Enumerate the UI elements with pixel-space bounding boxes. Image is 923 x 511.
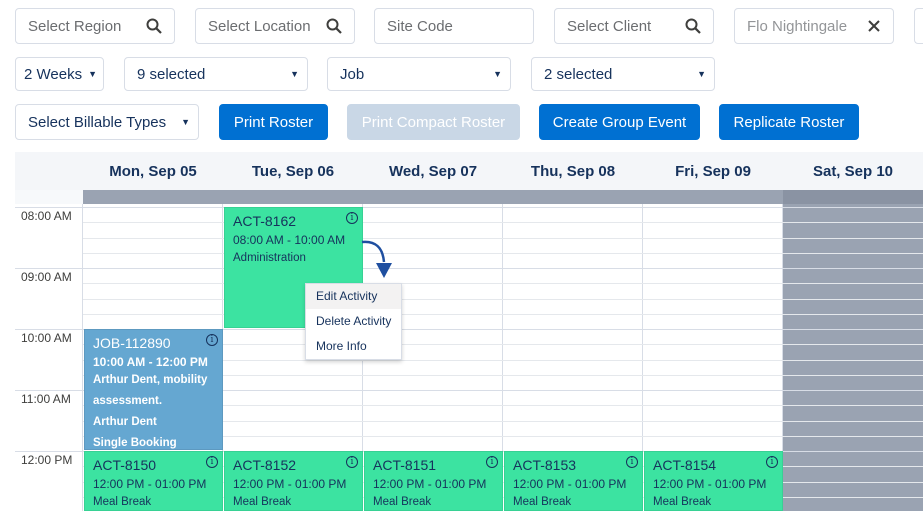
info-icon[interactable]: i [486,456,498,468]
client-input[interactable]: Select Client [554,8,714,44]
hour-gridline [83,207,923,208]
event-client: Arthur Dent [93,416,157,428]
day-header-thu: Thu, Sep 08 [530,162,616,180]
print-roster-button[interactable]: Print Roster [219,104,328,140]
event-title: ACT-8150 [93,457,157,473]
search-icon[interactable] [146,18,162,34]
replicate-roster-button[interactable]: Replicate Roster [719,104,859,140]
menu-item-edit-activity[interactable]: Edit Activity [306,284,401,309]
event-description: assessment. [93,395,163,407]
all-day-strip [83,190,783,204]
search-icon[interactable] [326,18,342,34]
event-act-8151[interactable]: ACT-8151 12:00 PM - 01:00 PM Meal Break … [364,451,503,511]
info-icon[interactable]: i [766,456,778,468]
event-act-8153[interactable]: ACT-8153 12:00 PM - 01:00 PM Meal Break … [504,451,643,511]
event-title: ACT-8151 [373,457,437,473]
time-gridline [15,390,83,391]
slot-gridline [83,253,923,254]
event-description: Meal Break [233,496,292,508]
slot-gridline [83,299,923,300]
caret-down-icon: ▼ [493,69,502,79]
event-act-8152[interactable]: ACT-8152 12:00 PM - 01:00 PM Meal Break … [224,451,363,511]
search-icon[interactable] [685,18,701,34]
time-gridline [15,329,83,330]
event-title: ACT-8152 [233,457,297,473]
billable-types-select[interactable]: Select Billable Types ▼ [15,104,199,140]
time-gridline [15,207,83,208]
event-description: Arthur Dent, mobility [93,374,208,386]
curved-arrow-icon [361,240,392,278]
time-gridline [15,268,83,269]
day-header-tue: Tue, Sep 06 [251,162,335,180]
time-label: 10:00 AM [21,331,72,345]
event-time: 12:00 PM - 01:00 PM [93,477,207,491]
day-header-wed: Wed, Sep 07 [388,162,478,180]
time-label: 09:00 AM [21,270,72,284]
caret-down-icon: ▼ [290,69,299,79]
worker-input[interactable]: Flo Nightingale [734,8,894,44]
time-label: 08:00 AM [21,209,72,223]
event-act-8150[interactable]: ACT-8150 12:00 PM - 01:00 PM Meal Break … [84,451,223,511]
event-act-8154[interactable]: ACT-8154 12:00 PM - 01:00 PM Meal Break … [644,451,783,511]
time-label: 12:00 PM [21,453,73,467]
multi-select-2[interactable]: 2 selected ▼ [531,57,715,91]
day-header-fri: Fri, Sep 09 [675,162,751,180]
multi-select-1[interactable]: 9 selected ▼ [124,57,308,91]
all-day-strip-weekend [783,190,923,204]
event-job-112890[interactable]: JOB-112890 10:00 AM - 12:00 PM Arthur De… [84,329,223,450]
caret-down-icon: ▼ [181,117,190,127]
info-icon[interactable]: i [346,212,358,224]
context-menu: Edit Activity Delete Activity More Info [305,283,402,360]
close-icon[interactable] [867,19,881,33]
location-input[interactable]: Select Location [195,8,355,44]
roster-calendar: Mon, Sep 05 Tue, Sep 06 Wed, Sep 07 Thu,… [15,152,923,511]
region-input[interactable]: Select Region [15,8,175,44]
info-icon[interactable]: i [346,456,358,468]
event-time: 10:00 AM - 12:00 PM [93,355,208,369]
time-gridline [15,451,83,452]
event-description: Meal Break [653,496,712,508]
day-column-sat[interactable] [783,204,923,511]
menu-item-delete-activity[interactable]: Delete Activity [306,309,401,334]
slot-gridline [83,314,923,315]
event-title: ACT-8162 [233,213,297,229]
type-select[interactable]: Job ▼ [327,57,511,91]
info-icon[interactable]: i [206,334,218,346]
event-title: ACT-8153 [513,457,577,473]
event-time: 12:00 PM - 01:00 PM [233,477,347,491]
info-icon[interactable]: i [206,456,218,468]
period-select[interactable]: 2 Weeks ▼ [15,57,104,91]
event-title: ACT-8154 [653,457,717,473]
slot-gridline [83,222,923,223]
event-time: 12:00 PM - 01:00 PM [373,477,487,491]
event-time: 12:00 PM - 01:00 PM [653,477,767,491]
event-title: JOB-112890 [93,335,171,351]
event-description: Meal Break [93,496,152,508]
event-description: Administration [233,252,306,264]
slot-gridline [83,283,923,284]
day-header-sat: Sat, Sep 10 [812,162,894,180]
slot-gridline [83,238,923,239]
hour-gridline [83,268,923,269]
time-label: 11:00 AM [21,392,71,406]
event-booking-type: Single Booking [93,437,177,449]
site-code-input[interactable]: Site Code [374,8,534,44]
day-header-mon: Mon, Sep 05 [109,162,197,180]
print-compact-roster-button[interactable]: Print Compact Roster [347,104,520,140]
info-icon[interactable]: i [626,456,638,468]
menu-item-more-info[interactable]: More Info [306,334,401,359]
event-time: 12:00 PM - 01:00 PM [513,477,627,491]
caret-down-icon: ▼ [88,69,98,79]
event-description: Meal Break [373,496,432,508]
caret-down-icon: ▼ [697,69,706,79]
event-time: 08:00 AM - 10:00 AM [233,233,346,247]
overflow-field[interactable] [914,8,923,44]
create-group-event-button[interactable]: Create Group Event [539,104,700,140]
event-description: Meal Break [513,496,572,508]
